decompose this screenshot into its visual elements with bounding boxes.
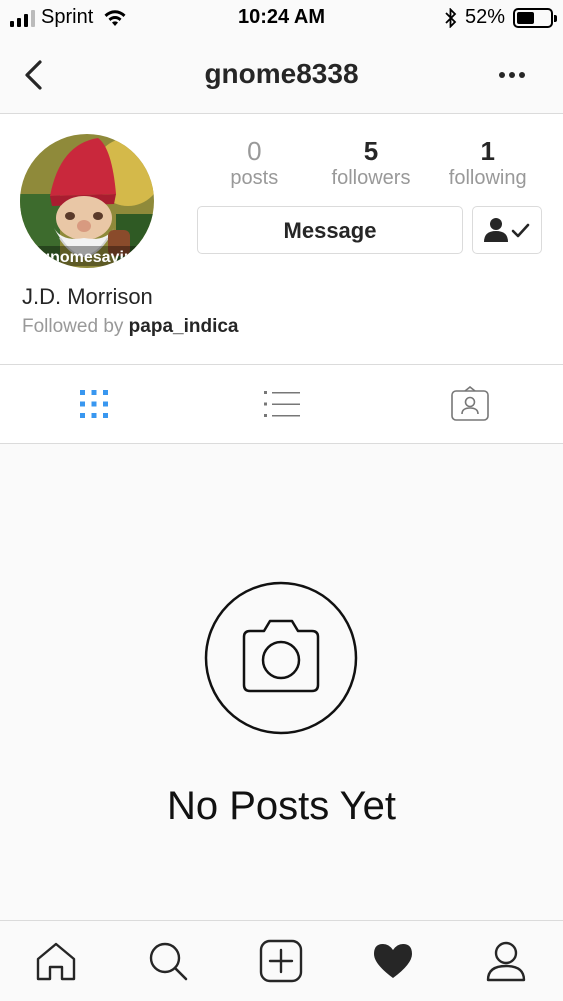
person-check-icon xyxy=(484,218,530,242)
camera-icon xyxy=(204,581,358,735)
stat-posts[interactable]: 0 posts xyxy=(196,136,313,190)
add-post-icon xyxy=(259,939,303,983)
search-icon xyxy=(149,942,188,981)
bottom-navigation xyxy=(0,920,563,1001)
ellipsis-icon xyxy=(499,72,505,78)
nav-search[interactable] xyxy=(146,939,190,983)
followers-label: followers xyxy=(331,167,411,189)
tab-list[interactable] xyxy=(188,365,375,443)
battery-icon xyxy=(513,7,557,28)
tab-tagged[interactable] xyxy=(376,365,563,443)
home-icon xyxy=(36,942,76,981)
status-right: 52% xyxy=(445,6,557,29)
camera-circle xyxy=(204,581,358,735)
tab-grid[interactable] xyxy=(0,365,187,443)
stat-followers[interactable]: 5 followers xyxy=(313,136,430,190)
avatar[interactable]: gnomesayin xyxy=(20,134,154,268)
battery-percent: 52% xyxy=(464,6,505,28)
nav-home[interactable] xyxy=(34,939,78,983)
display-name: J.D. Morrison xyxy=(22,284,153,309)
battery-fill xyxy=(517,11,534,24)
following-count: 1 xyxy=(480,136,495,166)
profile-tab-bar xyxy=(0,365,563,444)
following-label: following xyxy=(448,167,527,189)
empty-state-title: No Posts Yet xyxy=(166,784,397,828)
bluetooth-icon xyxy=(445,7,457,28)
avatar-caption: gnomesayin xyxy=(40,249,133,266)
followed-by-prefix: Followed by xyxy=(22,316,124,337)
heart-icon xyxy=(374,944,412,978)
stat-following[interactable]: 1 following xyxy=(429,136,546,190)
message-button[interactable]: Message xyxy=(197,206,463,254)
list-icon xyxy=(263,391,300,417)
grid-icon xyxy=(79,390,108,418)
followers-count: 5 xyxy=(363,136,379,166)
posts-count: 0 xyxy=(247,136,262,166)
nav-profile[interactable] xyxy=(484,939,528,983)
status-bar: Sprint 10:24 AM 52% xyxy=(0,0,563,40)
nav-header: gnome8338 xyxy=(0,40,563,114)
nav-activity[interactable] xyxy=(371,939,415,983)
posts-label: posts xyxy=(230,167,279,189)
followed-by[interactable]: Followed by papa_indica xyxy=(22,316,239,338)
empty-state: No Posts Yet xyxy=(0,444,563,920)
gnome-avatar-image: gnomesayin xyxy=(20,134,154,268)
page-title: gnome8338 xyxy=(204,58,359,89)
profile-section: gnomesayin 0 posts 5 followers 1 followi… xyxy=(0,114,563,365)
nav-add-post[interactable] xyxy=(259,939,303,983)
tagged-icon xyxy=(450,386,489,421)
followed-by-user[interactable]: papa_indica xyxy=(129,316,239,337)
profile-stats: 0 posts 5 followers 1 following xyxy=(196,136,546,190)
profile-icon xyxy=(486,941,526,982)
more-options-button[interactable] xyxy=(499,62,529,88)
following-button[interactable] xyxy=(472,206,542,254)
